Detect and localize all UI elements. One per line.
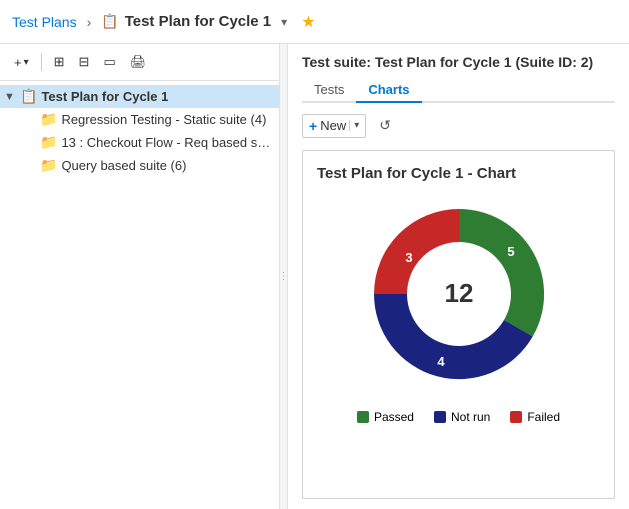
left-toolbar: + ▾ ⊞ ⊟ ▭ 🖨: [0, 44, 279, 81]
passed-legend-label: Passed: [374, 410, 414, 424]
left-panel: + ▾ ⊞ ⊟ ▭ 🖨 ▼ 📋 Test Plan for Cycle 1: [0, 44, 280, 509]
tree-root-item[interactable]: ▼ 📋 Test Plan for Cycle 1: [0, 85, 279, 108]
folder-icon-2: 📁: [40, 134, 57, 151]
tree-child-label-3: Query based suite (6): [61, 158, 186, 173]
right-panel: Test suite: Test Plan for Cycle 1 (Suite…: [288, 44, 629, 509]
chart-center-value: 12: [444, 278, 473, 308]
tab-charts[interactable]: Charts: [356, 78, 421, 103]
refresh-icon: ↺: [379, 117, 391, 133]
breadcrumb-link[interactable]: Test Plans: [12, 14, 77, 30]
grid-view-button[interactable]: ⊞: [48, 50, 71, 74]
legend-not-run: Not run: [434, 410, 490, 424]
chart-card: Test Plan for Cycle 1 - Chart: [302, 150, 615, 499]
add-chevron-icon: ▾: [24, 57, 29, 68]
list-view-button[interactable]: ⊟: [73, 50, 96, 74]
list-icon: ⊟: [79, 54, 90, 70]
tree-root-label: Test Plan for Cycle 1: [41, 89, 168, 104]
main-area: + ▾ ⊞ ⊟ ▭ 🖨 ▼ 📋 Test Plan for Cycle 1: [0, 44, 629, 509]
toolbar-divider-1: [41, 53, 42, 71]
passed-legend-color: [357, 411, 369, 423]
suite-title: Test suite: Test Plan for Cycle 1 (Suite…: [302, 54, 615, 70]
folder-icon-3: 📁: [40, 157, 57, 174]
new-chevron-icon: ▾: [349, 120, 359, 131]
tree-child-item[interactable]: 📁 13 : Checkout Flow - Req based suite (…: [20, 131, 279, 154]
new-plus-icon: +: [309, 118, 317, 134]
print-icon: 🖨: [130, 54, 147, 70]
tab-tests[interactable]: Tests: [302, 78, 356, 103]
grid-icon: ⊞: [54, 54, 65, 70]
tree-child-label-2: 13 : Checkout Flow - Req based suite (2): [61, 135, 275, 150]
plan-icon: 📋: [101, 13, 118, 30]
not-run-legend-color: [434, 411, 446, 423]
panel-resize-handle[interactable]: ⋮: [280, 44, 288, 509]
tree-toggle-icon[interactable]: ▼: [4, 91, 20, 103]
tree-root-icon: 📋: [20, 88, 37, 105]
not-run-value-label: 4: [437, 354, 445, 369]
favorite-star-icon[interactable]: ★: [301, 12, 315, 32]
resize-dots-icon: ⋮: [279, 271, 289, 282]
chart-legend: Passed Not run Failed: [317, 410, 600, 424]
tree-children: 📁 Regression Testing - Static suite (4) …: [0, 108, 279, 177]
new-button-label: New: [320, 118, 346, 133]
tree-child-item[interactable]: 📁 Query based suite (6): [20, 154, 279, 177]
breadcrumb-separator: ›: [87, 14, 92, 30]
suite-title-value: Test Plan for Cycle 1 (Suite ID: 2): [375, 54, 593, 70]
folder-icon-1: 📁: [40, 111, 57, 128]
new-button[interactable]: + New ▾: [302, 114, 366, 138]
passed-value-label: 5: [507, 244, 514, 259]
plus-icon: +: [14, 55, 22, 70]
failed-legend-color: [510, 411, 522, 423]
legend-failed: Failed: [510, 410, 560, 424]
failed-legend-label: Failed: [527, 410, 560, 424]
tree-child-label-1: Regression Testing - Static suite (4): [61, 112, 266, 127]
collapse-icon: ▭: [103, 54, 115, 70]
tree-panel: ▼ 📋 Test Plan for Cycle 1 📁 Regression T…: [0, 81, 279, 509]
print-button[interactable]: 🖨: [124, 50, 153, 74]
action-bar: + New ▾ ↺: [302, 113, 615, 138]
tabs-bar: Tests Charts: [302, 78, 615, 103]
chart-title: Test Plan for Cycle 1 - Chart: [317, 165, 516, 182]
failed-value-label: 3: [405, 250, 412, 265]
tree-child-item[interactable]: 📁 Regression Testing - Static suite (4): [20, 108, 279, 131]
page-title: Test Plan for Cycle 1: [125, 13, 271, 30]
top-bar: Test Plans › 📋 Test Plan for Cycle 1 ▾ ★: [0, 0, 629, 44]
refresh-button[interactable]: ↺: [372, 113, 398, 138]
collapse-button[interactable]: ▭: [97, 50, 121, 74]
title-chevron-icon[interactable]: ▾: [281, 15, 287, 29]
suite-title-prefix: Test suite:: [302, 54, 371, 70]
add-button[interactable]: + ▾: [8, 51, 35, 74]
chart-area: 12 5 4 3: [317, 194, 600, 394]
not-run-legend-label: Not run: [451, 410, 490, 424]
donut-chart: 12 5 4 3: [359, 194, 559, 394]
legend-passed: Passed: [357, 410, 414, 424]
